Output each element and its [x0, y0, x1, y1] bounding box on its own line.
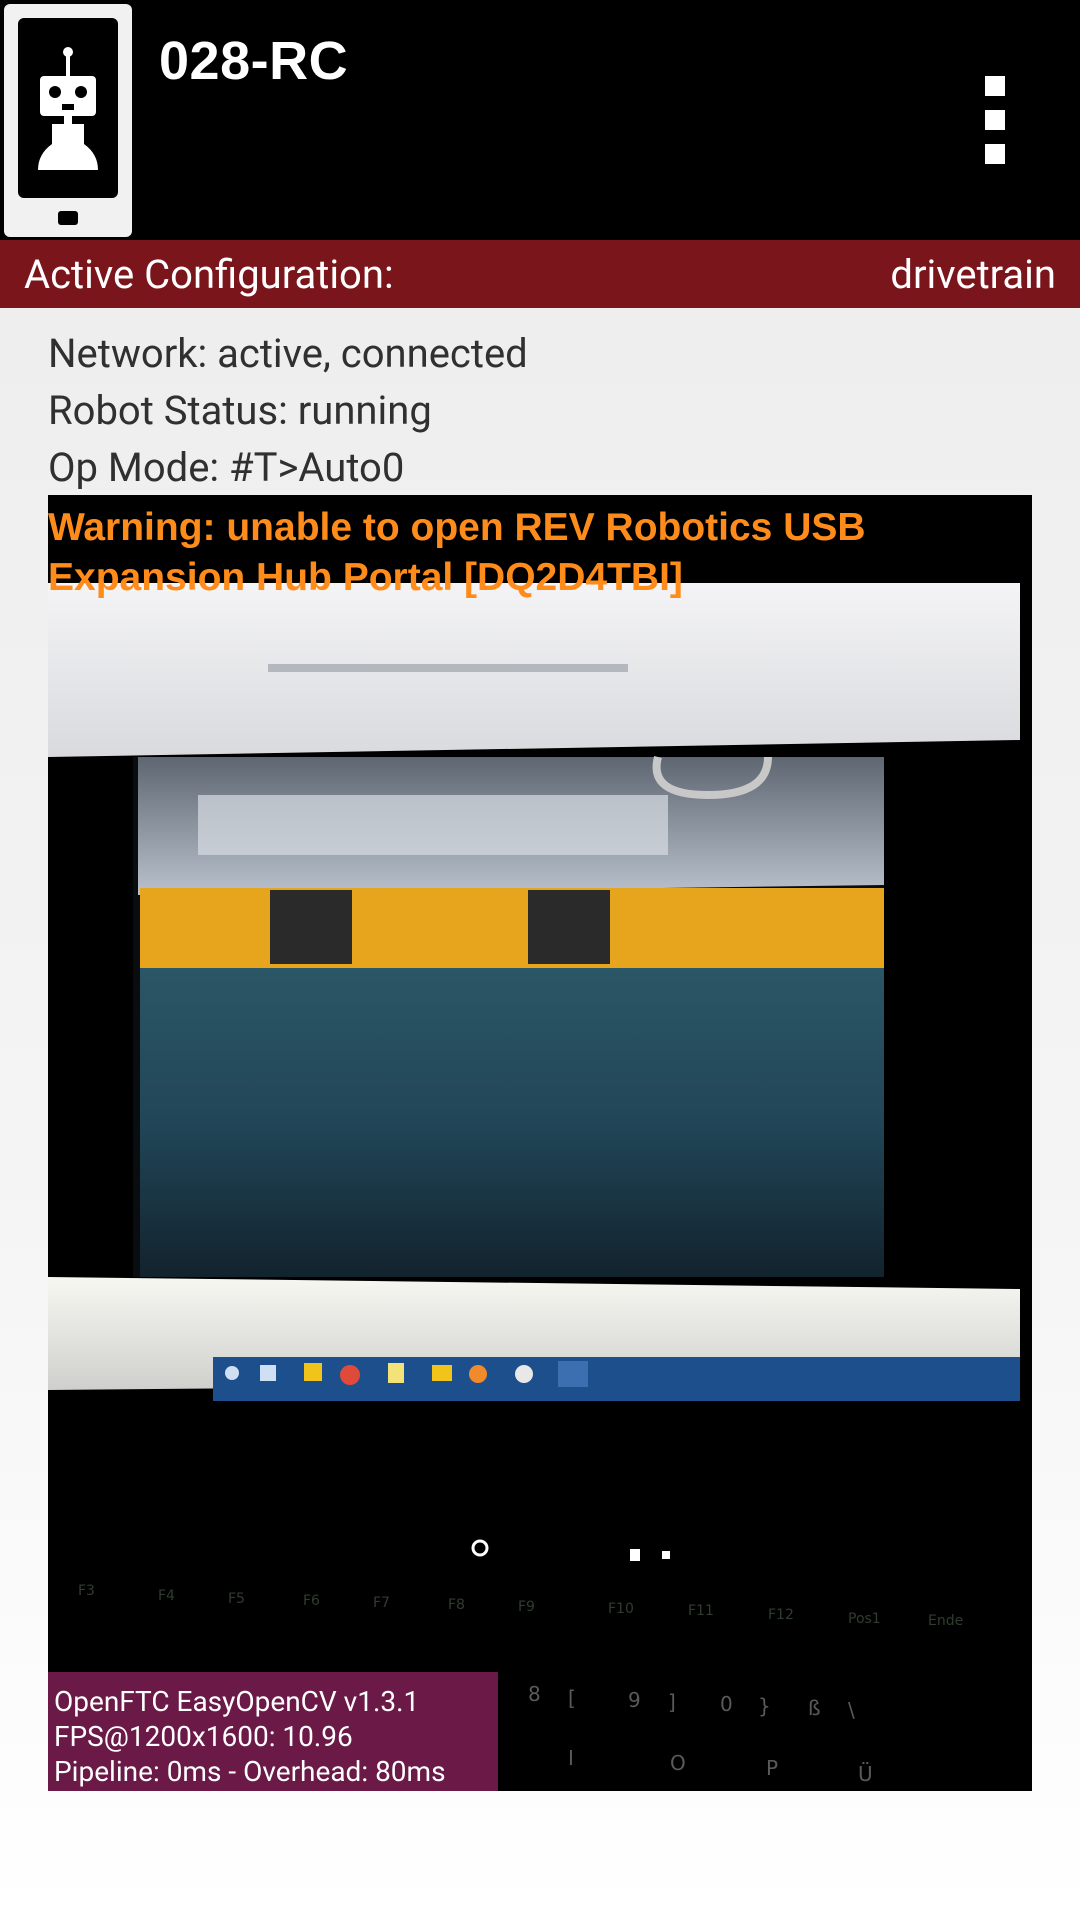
camera-frame-image: F3 F4 F5 F6 F7 F8 F9 F10 F11 F12 Pos1 En… [48, 583, 1032, 1791]
svg-text:F12: F12 [768, 1607, 794, 1623]
network-status: Network: active, connected [48, 330, 528, 377]
svg-text:ß: ß [808, 1696, 821, 1720]
menu-dot [985, 144, 1005, 164]
svg-text:F7: F7 [373, 1595, 390, 1611]
svg-text:O: O [670, 1751, 686, 1775]
overflow-menu-icon[interactable] [970, 64, 1020, 176]
easyopencv-stats-overlay: OpenFTC EasyOpenCV v1.3.1 FPS@1200x1600:… [48, 1672, 498, 1791]
svg-text:9: 9 [628, 1688, 641, 1712]
svg-text:F10: F10 [608, 1601, 634, 1617]
svg-text:F9: F9 [518, 1599, 535, 1615]
svg-text:8: 8 [528, 1682, 541, 1706]
app-title: 028-RC [159, 31, 349, 91]
svg-text:}: } [758, 1694, 771, 1718]
active-configuration-bar: Active Configuration: drivetrain [0, 240, 1080, 308]
svg-text:Pos1: Pos1 [848, 1611, 881, 1627]
menu-dot [985, 76, 1005, 96]
svg-text:F8: F8 [448, 1597, 465, 1613]
svg-text:0: 0 [720, 1692, 733, 1716]
svg-text:Ü: Ü [858, 1762, 873, 1786]
config-label: Active Configuration: [24, 251, 394, 298]
svg-text:P: P [766, 1756, 778, 1780]
app-bar: 028-RC [0, 0, 1080, 240]
svg-text:F4: F4 [158, 1588, 175, 1604]
config-value: drivetrain [890, 251, 1056, 298]
stats-version: OpenFTC EasyOpenCV v1.3.1 [54, 1685, 420, 1718]
svg-text:[: [ [568, 1686, 576, 1710]
camera-preview: F3 F4 F5 F6 F7 F8 F9 F10 F11 F12 Pos1 En… [48, 495, 1032, 1791]
svg-text:F11: F11 [688, 1603, 714, 1619]
stats-pipeline: Pipeline: 0ms - Overhead: 80ms [54, 1755, 446, 1788]
menu-dot [985, 110, 1005, 130]
robot-status: Robot Status: running [48, 387, 432, 434]
svg-text:]: ] [668, 1690, 676, 1714]
svg-text:I: I [568, 1746, 574, 1770]
op-mode-status: Op Mode: #T>Auto0 [48, 444, 405, 491]
svg-text:F3: F3 [78, 1583, 95, 1599]
svg-text:\: \ [848, 1698, 855, 1722]
stats-fps: FPS@1200x1600: 10.96 [54, 1720, 353, 1753]
svg-text:Ende: Ende [928, 1613, 963, 1629]
svg-text:F5: F5 [228, 1591, 245, 1607]
robot-phone-icon [4, 4, 132, 237]
warning-message: Warning: unable to open REV Robotics USB… [48, 506, 866, 599]
svg-text:F6: F6 [303, 1593, 320, 1609]
